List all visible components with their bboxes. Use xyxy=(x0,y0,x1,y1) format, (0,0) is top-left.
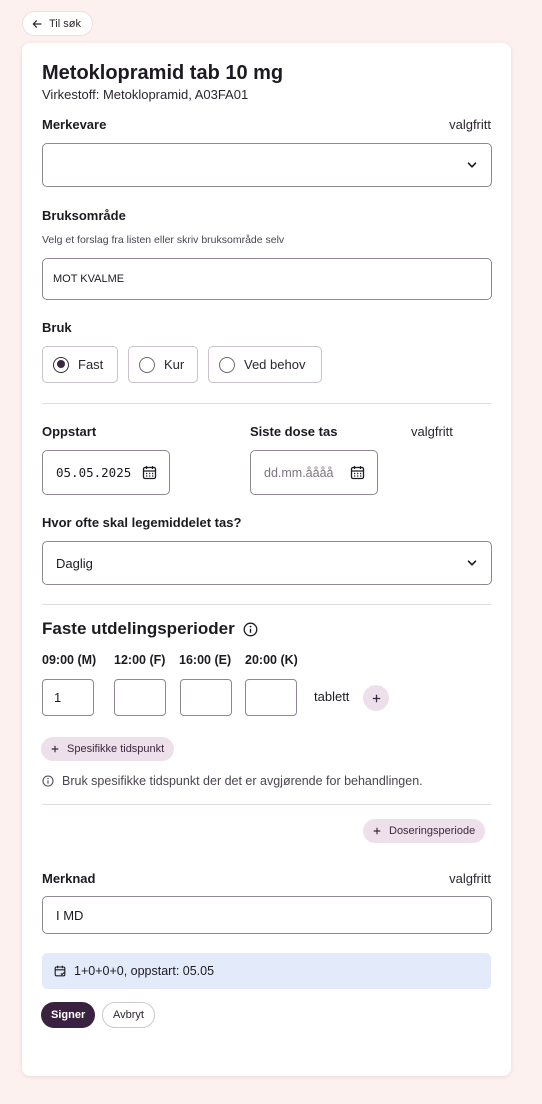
brand-select[interactable] xyxy=(42,143,492,187)
usage-area-input[interactable]: MOT KVALME xyxy=(42,258,492,300)
last-dose-date-input[interactable]: dd.mm.åååå xyxy=(250,450,378,495)
time-label-morning: 09:00 (M) xyxy=(42,653,97,667)
start-date-input[interactable]: 05.05.2025 xyxy=(42,450,170,495)
sign-button[interactable]: Signer xyxy=(41,1002,96,1028)
dispensing-title: Faste utdelingsperioder xyxy=(42,619,235,638)
usage-option-label: Ved behov xyxy=(244,357,306,372)
dose-input-evening[interactable] xyxy=(180,679,232,716)
calendar-check-icon xyxy=(54,965,66,977)
note-value: I MD xyxy=(56,907,84,923)
specific-times-button[interactable]: Spesifikke tidspunkt xyxy=(41,737,175,761)
usage-option-kur[interactable]: Kur xyxy=(128,346,198,383)
specific-times-label: Spesifikke tidspunkt xyxy=(67,743,165,755)
add-dose-button[interactable] xyxy=(363,685,389,711)
frequency-label: Hvor ofte skal legemiddelet tas? xyxy=(42,515,242,530)
frequency-select[interactable]: Daglig xyxy=(42,541,492,585)
note-input[interactable]: I MD xyxy=(42,896,492,934)
usage-option-label: Kur xyxy=(164,357,185,372)
info-icon xyxy=(42,775,54,787)
usage-area-label: Bruksområde xyxy=(42,208,126,223)
dosage-summary-text: 1+0+0+0, oppstart: 05.05 xyxy=(74,964,215,978)
dose-input-noon[interactable] xyxy=(114,679,166,716)
start-label: Oppstart xyxy=(42,424,97,439)
dose-input-night[interactable] xyxy=(245,679,297,716)
dose-input-morning[interactable]: 1 xyxy=(42,679,94,716)
radio-unchecked-icon xyxy=(219,356,235,373)
chevron-down-icon xyxy=(467,558,477,568)
frequency-value: Daglig xyxy=(56,555,93,571)
chevron-down-icon xyxy=(467,160,477,170)
calendar-icon[interactable] xyxy=(142,465,157,480)
cancel-button[interactable]: Avbryt xyxy=(102,1002,155,1028)
radio-checked-icon xyxy=(53,356,69,373)
plus-icon xyxy=(51,745,59,753)
note-optional: valgfritt xyxy=(449,871,491,886)
active-substance: Virkestoff: Metoklopramid, A03FA01 xyxy=(42,87,249,102)
start-date-value: 05.05.2025 xyxy=(56,465,132,480)
specific-times-info-text: Bruk spesifikke tidspunkt der det er avg… xyxy=(62,774,423,788)
usage-label: Bruk xyxy=(42,320,72,335)
divider xyxy=(42,804,491,805)
arrow-left-icon xyxy=(32,19,42,29)
last-dose-placeholder: dd.mm.åååå xyxy=(264,465,334,480)
time-label-noon: 12:00 (F) xyxy=(114,653,166,667)
back-to-search-button[interactable]: Til søk xyxy=(22,11,93,36)
usage-option-fast[interactable]: Fast xyxy=(42,346,118,383)
plus-icon xyxy=(373,827,381,835)
time-label-evening: 16:00 (E) xyxy=(179,653,232,667)
radio-unchecked-icon xyxy=(139,356,155,373)
brand-label: Merkevare xyxy=(42,117,107,132)
dosing-period-label: Doseringsperiode xyxy=(389,825,476,837)
brand-optional: valgfritt xyxy=(449,117,491,132)
dosage-summary: 1+0+0+0, oppstart: 05.05 xyxy=(42,953,491,989)
dosing-period-button[interactable]: Doseringsperiode xyxy=(363,819,486,843)
dispensing-header: Faste utdelingsperioder xyxy=(42,619,258,639)
last-dose-label: Siste dose tas xyxy=(250,424,338,439)
usage-area-hint: Velg et forslag fra listen eller skriv b… xyxy=(42,234,285,246)
info-icon[interactable] xyxy=(243,622,258,637)
usage-area-value: MOT KVALME xyxy=(53,273,125,285)
usage-option-ved-behov[interactable]: Ved behov xyxy=(208,346,322,383)
divider xyxy=(42,403,491,404)
page-title: Metoklopramid tab 10 mg xyxy=(42,62,284,84)
calendar-icon[interactable] xyxy=(350,465,365,480)
prescription-card: Metoklopramid tab 10 mg Virkestoff: Meto… xyxy=(22,43,511,1076)
plus-icon xyxy=(372,694,381,703)
back-label: Til søk xyxy=(49,17,81,30)
note-label: Merknad xyxy=(42,871,96,886)
specific-times-info: Bruk spesifikke tidspunkt der det er avg… xyxy=(42,774,423,788)
divider xyxy=(42,604,491,605)
usage-option-label: Fast xyxy=(78,357,104,372)
last-dose-optional: valgfritt xyxy=(411,424,453,439)
dose-unit: tablett xyxy=(314,689,350,704)
time-label-night: 20:00 (K) xyxy=(245,653,298,667)
